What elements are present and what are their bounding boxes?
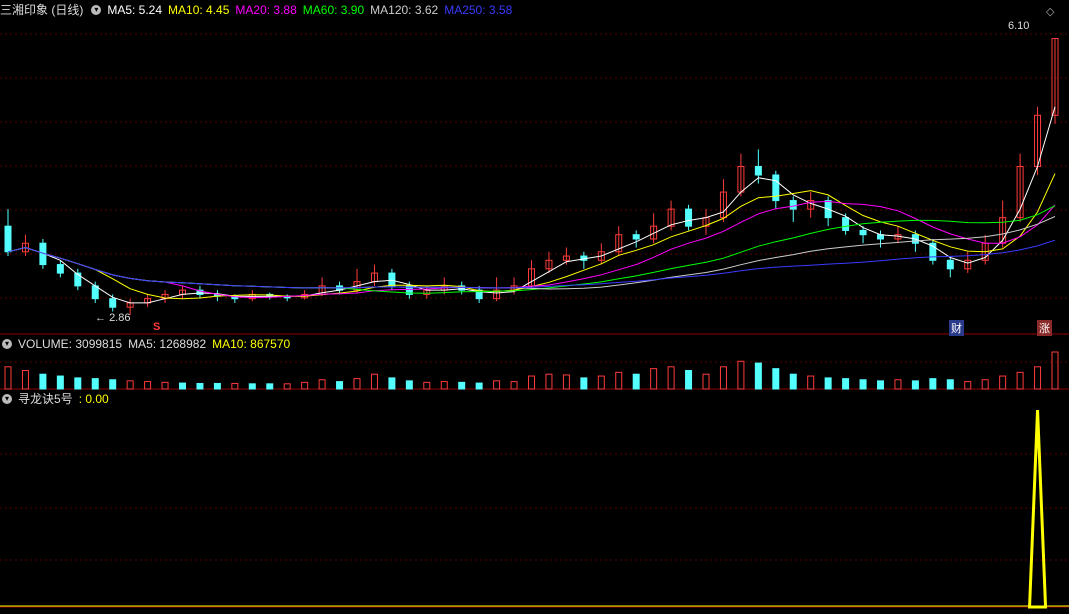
candle-body <box>4 225 12 253</box>
volume-bar <box>493 380 501 390</box>
volume-ma10: MA10: 867570 <box>212 337 291 351</box>
volume-bar <box>91 378 99 390</box>
volume-bar <box>231 382 239 390</box>
ma-legend-item: MA120: 3.62 <box>370 3 439 17</box>
volume-bar <box>126 380 134 390</box>
candle-body <box>685 208 693 227</box>
candle-body <box>56 264 64 274</box>
candle-body <box>842 217 850 231</box>
volume-bar <box>562 374 570 390</box>
volume-bar <box>580 377 588 390</box>
rise-marker[interactable]: 涨 <box>1037 320 1052 336</box>
volume-bar <box>4 366 12 390</box>
volume-bar <box>440 381 448 390</box>
volume-bar <box>981 379 989 390</box>
volume-bar <box>283 383 291 390</box>
volume-bar <box>650 368 658 390</box>
volume-bar <box>824 377 832 390</box>
candle-body <box>789 200 797 210</box>
volume-bar <box>248 383 256 390</box>
volume-bar <box>685 370 693 390</box>
indicator-settings-icon[interactable]: ▾ <box>2 394 12 404</box>
volume-bar <box>597 375 605 390</box>
volume-bar <box>545 373 553 390</box>
volume-bar <box>301 381 309 390</box>
candle-body <box>109 298 117 308</box>
volume-bar <box>667 366 675 390</box>
volume-title: VOLUME: 3099815 <box>18 337 123 351</box>
volume-bar <box>702 373 710 390</box>
low-price-label: ← 2.86 <box>95 312 131 324</box>
volume-bar <box>318 379 326 390</box>
price-settings-icon[interactable]: ▾ <box>91 5 102 15</box>
volume-bar <box>21 370 29 390</box>
volume-bar <box>423 381 431 390</box>
volume-bar <box>458 381 466 390</box>
volume-ma5: MA5: 1268982 <box>128 337 207 351</box>
volume-bar <box>929 378 937 390</box>
ma-legend-item: MA250: 3.58 <box>444 3 513 17</box>
ma-legend-item: MA60: 3.90 <box>302 3 365 17</box>
stock-title[interactable]: 三湘印象 (日线) <box>0 2 83 18</box>
candle-body <box>632 234 640 240</box>
volume-bar <box>1051 351 1059 390</box>
volume-bar <box>74 377 82 390</box>
volume-bar <box>754 362 762 390</box>
volume-bar <box>842 378 850 390</box>
candle-body <box>859 229 867 236</box>
volume-bar <box>353 378 361 390</box>
sell-marker[interactable]: S <box>153 321 160 333</box>
ma-legend: MA5: 5.24 MA10: 4.45 MA20: 3.88 MA60: 3.90 M… <box>107 2 512 18</box>
volume-bar <box>859 379 867 390</box>
volume-bar <box>615 371 623 390</box>
ma-legend-item: MA20: 3.88 <box>235 3 297 17</box>
volume-bar <box>719 366 727 390</box>
volume-bar <box>528 375 535 390</box>
volume-bar <box>999 375 1007 390</box>
volume-bar <box>109 379 117 390</box>
volume-bar <box>1016 371 1024 390</box>
candle-body <box>388 272 396 287</box>
volume-bar <box>877 380 884 390</box>
volume-bar <box>56 375 64 390</box>
indicator-value: : 0.00 <box>78 392 109 406</box>
volume-bar <box>196 382 204 390</box>
volume-bar <box>894 379 902 390</box>
volume-settings-icon[interactable]: ▾ <box>2 339 12 349</box>
volume-bar <box>632 373 640 390</box>
volume-bar <box>144 381 152 390</box>
ma-legend-item: MA10: 4.45 <box>168 3 230 17</box>
candle-body <box>754 165 762 176</box>
volume-bar <box>370 373 378 390</box>
expand-icon[interactable]: ◇ <box>1046 5 1054 18</box>
volume-bar <box>772 368 780 390</box>
high-price-label: 6.10 <box>1008 20 1030 32</box>
volume-bar <box>737 360 745 390</box>
volume-panel-header: ▾ VOLUME: 3099815 MA5: 1268982 MA10: 867… <box>0 336 290 352</box>
volume-bar <box>388 377 396 390</box>
volume-bar <box>161 381 169 390</box>
volume-bar <box>510 381 518 390</box>
kline-chart[interactable] <box>0 0 1069 614</box>
volume-bar <box>179 382 186 390</box>
volume-bar <box>1034 366 1042 390</box>
volume-bar <box>39 373 47 390</box>
candle-body <box>946 259 954 270</box>
indicator-title: 寻龙诀5号 <box>18 392 73 406</box>
finance-marker[interactable]: 财 <box>949 320 964 336</box>
volume-bar <box>964 381 972 390</box>
volume-bar <box>405 380 413 390</box>
volume-bar <box>213 382 221 390</box>
price-panel-header: 三湘印象 (日线) ▾ MA5: 5.24 MA10: 4.45 MA20: 3.8… <box>0 2 512 18</box>
volume-bar <box>475 382 483 390</box>
volume-bar <box>946 379 954 390</box>
ma-legend-item: MA5: 5.24 <box>107 3 163 17</box>
indicator-panel-header: ▾ 寻龙诀5号 : 0.00 <box>0 391 109 407</box>
volume-bar <box>336 381 344 390</box>
volume-bar <box>807 375 815 390</box>
volume-bar <box>911 380 919 390</box>
volume-bar <box>789 373 797 390</box>
volume-bar <box>266 383 274 390</box>
